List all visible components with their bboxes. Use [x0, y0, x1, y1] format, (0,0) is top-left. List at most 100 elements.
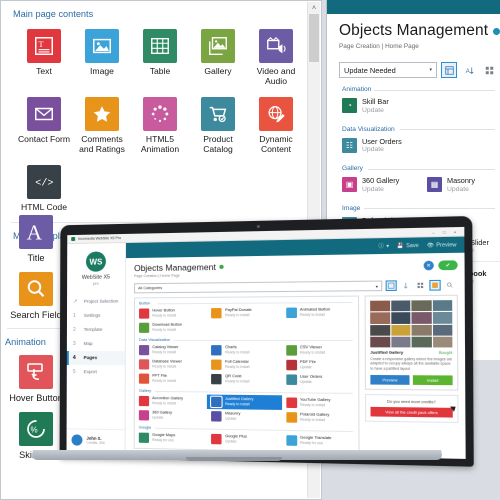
- object-status: Ready to install: [299, 417, 326, 422]
- save-button[interactable]: 💾 Save: [397, 242, 419, 249]
- scrollbar-thumb[interactable]: [309, 14, 319, 62]
- object-item[interactable]: Database Viewer Ready to install: [135, 357, 207, 372]
- object-item[interactable]: Google Translate Ready for use: [282, 433, 359, 449]
- object-label: PDF File: [299, 359, 316, 365]
- object-item[interactable]: Google Maps Ready for use: [135, 430, 207, 446]
- content-tile-html5-animation[interactable]: HTML5 Animation: [131, 96, 189, 155]
- object-item[interactable]: YouTube Gallery Ready to install: [282, 395, 359, 411]
- content-tile-label: Contact Form: [17, 133, 71, 144]
- gallery-360-icon: ▣: [342, 177, 357, 193]
- group-row: Google Maps Ready for use Google Plus Upda…: [135, 430, 359, 449]
- object-item[interactable]: Hover Button Ready to install: [135, 306, 207, 321]
- object-item[interactable]: 360 Gallery Update: [135, 408, 207, 423]
- window-controls[interactable]: – □ ×: [432, 229, 460, 235]
- object-status: Ready to install: [299, 349, 326, 355]
- content-tile-dynamic-content[interactable]: Dynamic Content: [247, 96, 305, 155]
- info-icon[interactable]: [493, 27, 500, 35]
- object-status: Update: [299, 379, 312, 384]
- sidebar-item-template[interactable]: 2 Template: [67, 323, 125, 337]
- object-label: PayPal Donate: [225, 307, 252, 313]
- content-tile-label: Table: [149, 66, 171, 76]
- object-icon: [211, 308, 222, 319]
- content-tile-text[interactable]: T Text: [15, 29, 73, 87]
- brand-logo-icon: WS: [85, 251, 106, 272]
- object-item[interactable]: CSV Viewer Ready to install: [282, 343, 359, 358]
- object-item[interactable]: PPT File Ready to install: [135, 371, 207, 386]
- envelope-icon: [27, 96, 61, 131]
- sort-icon[interactable]: A: [461, 62, 477, 78]
- object-item[interactable]: Full Calendar Ready to install: [207, 357, 281, 372]
- sidebar-item-settings[interactable]: 1 Settings: [67, 309, 125, 323]
- sidebar-item-label: Template: [83, 326, 103, 332]
- detail-view-icon[interactable]: [429, 279, 441, 291]
- search-icon[interactable]: [444, 280, 455, 291]
- list-item[interactable]: ▣ 360 Gallery Update: [339, 174, 414, 198]
- object-item[interactable]: Download Button Ready to install: [135, 320, 207, 334]
- info-icon[interactable]: [219, 264, 224, 269]
- sort-icon[interactable]: [400, 280, 411, 291]
- preview-button[interactable]: 👁 Preview: [427, 242, 457, 249]
- grid-view-icon[interactable]: [481, 62, 497, 78]
- list-item-label: 360 Gallery: [362, 176, 400, 186]
- content-tile-gallery[interactable]: Gallery: [189, 29, 247, 87]
- sidebar-item-project-selection[interactable]: ↗ Project Selection: [67, 294, 125, 309]
- object-item[interactable]: PDF File Update: [282, 358, 359, 373]
- object-item[interactable]: Charts Ready to install: [207, 343, 281, 358]
- category-filter-select[interactable]: All Categories ▾: [134, 280, 383, 294]
- sidebar-item-map[interactable]: 3 Map: [67, 337, 125, 351]
- list-view-icon[interactable]: [385, 280, 397, 292]
- credit-offers-button[interactable]: View all the credit pack offers: [370, 407, 453, 418]
- sidebar-item-export[interactable]: 5 Export: [67, 365, 125, 379]
- preview-button[interactable]: Preview: [370, 375, 410, 386]
- content-tile-comments-ratings[interactable]: Comments and Ratings: [73, 96, 131, 155]
- content-tile-image[interactable]: Image: [73, 29, 131, 87]
- list-item[interactable]: ☷ User Orders Update: [339, 135, 419, 159]
- app-title-text: Incomedia WebSite X5 Pro: [78, 236, 122, 241]
- sidebar-nav[interactable]: ↗ Project Selection 1 Settings 2 Templat…: [66, 294, 125, 379]
- detail-description: Create a responsive gallery where the im…: [370, 356, 453, 371]
- group-header: Gallery: [342, 165, 499, 172]
- cancel-button[interactable]: ✕: [423, 260, 434, 271]
- object-label: Database Viewer: [152, 359, 182, 364]
- grid-view-icon[interactable]: [415, 280, 426, 291]
- list-item-status: Update: [362, 185, 384, 193]
- content-tile-label: Product Catalog: [203, 133, 233, 154]
- list-item[interactable]: ◔ Skill Bar Update: [339, 95, 419, 119]
- content-tile-html-code[interactable]: </> HTML Code: [15, 164, 73, 213]
- globe-pen-icon: [259, 96, 293, 131]
- object-item[interactable]: Animated Button Ready to install: [282, 305, 358, 320]
- sidebar-item-pages[interactable]: 4 Pages: [66, 351, 125, 366]
- section-title-main-page: Main page contents: [13, 9, 94, 19]
- object-item[interactable]: Catalog Viewer Ready to install: [135, 343, 207, 357]
- install-button[interactable]: Install: [412, 375, 453, 386]
- help-icon[interactable]: ⓘ ▾: [378, 242, 389, 250]
- object-icon: [285, 345, 297, 356]
- content-tile-product-catalog[interactable]: Product Catalog: [189, 96, 247, 155]
- object-icon: [138, 410, 150, 421]
- object-label: Masonry: [225, 411, 241, 416]
- group-row: 360 Gallery Update Masonry Update Polaroid…: [135, 408, 359, 426]
- object-item[interactable]: QR Code Ready to install: [207, 372, 281, 387]
- group-row: ◔ Skill Bar Update: [339, 95, 499, 119]
- list-item[interactable]: ▦ Masonry Update: [424, 174, 499, 198]
- object-item[interactable]: Google Plus Update: [207, 432, 282, 448]
- object-item-selected[interactable]: Justified Gallery Ready to install: [207, 394, 282, 410]
- content-tile-label: Image: [90, 66, 114, 76]
- objects-grid[interactable]: Button Hover Button Ready to install PayP…: [133, 295, 360, 454]
- object-item[interactable]: Accordion Gallery Ready to install: [135, 394, 207, 409]
- object-item[interactable]: Polaroid Gallery Ready to install: [282, 410, 359, 426]
- group-row: Hover Button Ready to install PayPal Dona…: [135, 305, 358, 321]
- object-item[interactable]: PayPal Donate Ready to install: [207, 306, 281, 321]
- list-view-icon[interactable]: [441, 62, 457, 78]
- laptop-base: [18, 449, 448, 471]
- content-tile-contact-form[interactable]: Contact Form: [15, 96, 73, 155]
- content-tile-table[interactable]: Table: [131, 29, 189, 87]
- object-item[interactable]: Masonry Update: [207, 409, 281, 425]
- objects-list[interactable]: Animation ◔ Skill Bar Update Data Visual…: [339, 86, 500, 237]
- ok-button[interactable]: ✔: [438, 260, 458, 271]
- scroll-up-icon[interactable]: ˄: [308, 2, 320, 14]
- category-filter-select[interactable]: Update Needed ▾: [339, 62, 437, 78]
- main-page-contents-grid[interactable]: T Text Image Table Gallery Video and Aud…: [1, 21, 311, 218]
- object-item[interactable]: User Orders Update: [282, 372, 359, 387]
- content-tile-video-audio[interactable]: Video and Audio: [247, 29, 305, 87]
